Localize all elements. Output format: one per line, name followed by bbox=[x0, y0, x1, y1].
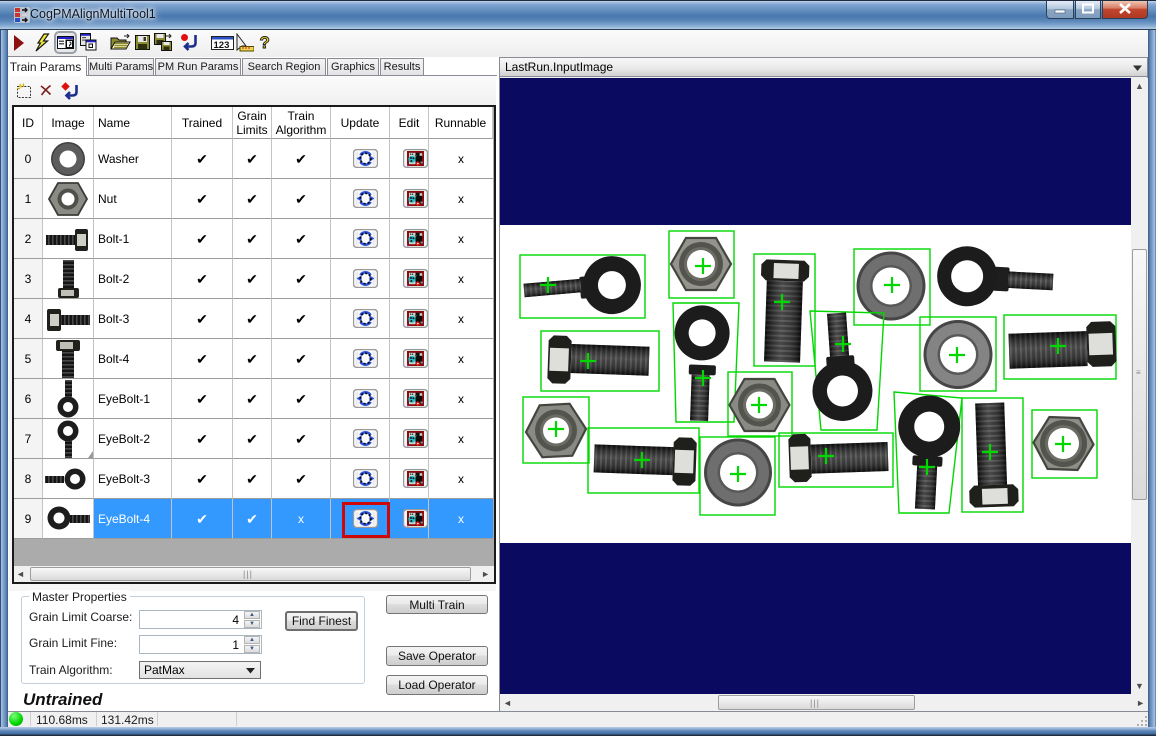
svg-text:123: 123 bbox=[214, 40, 230, 50]
svg-text:?: ? bbox=[260, 33, 270, 52]
